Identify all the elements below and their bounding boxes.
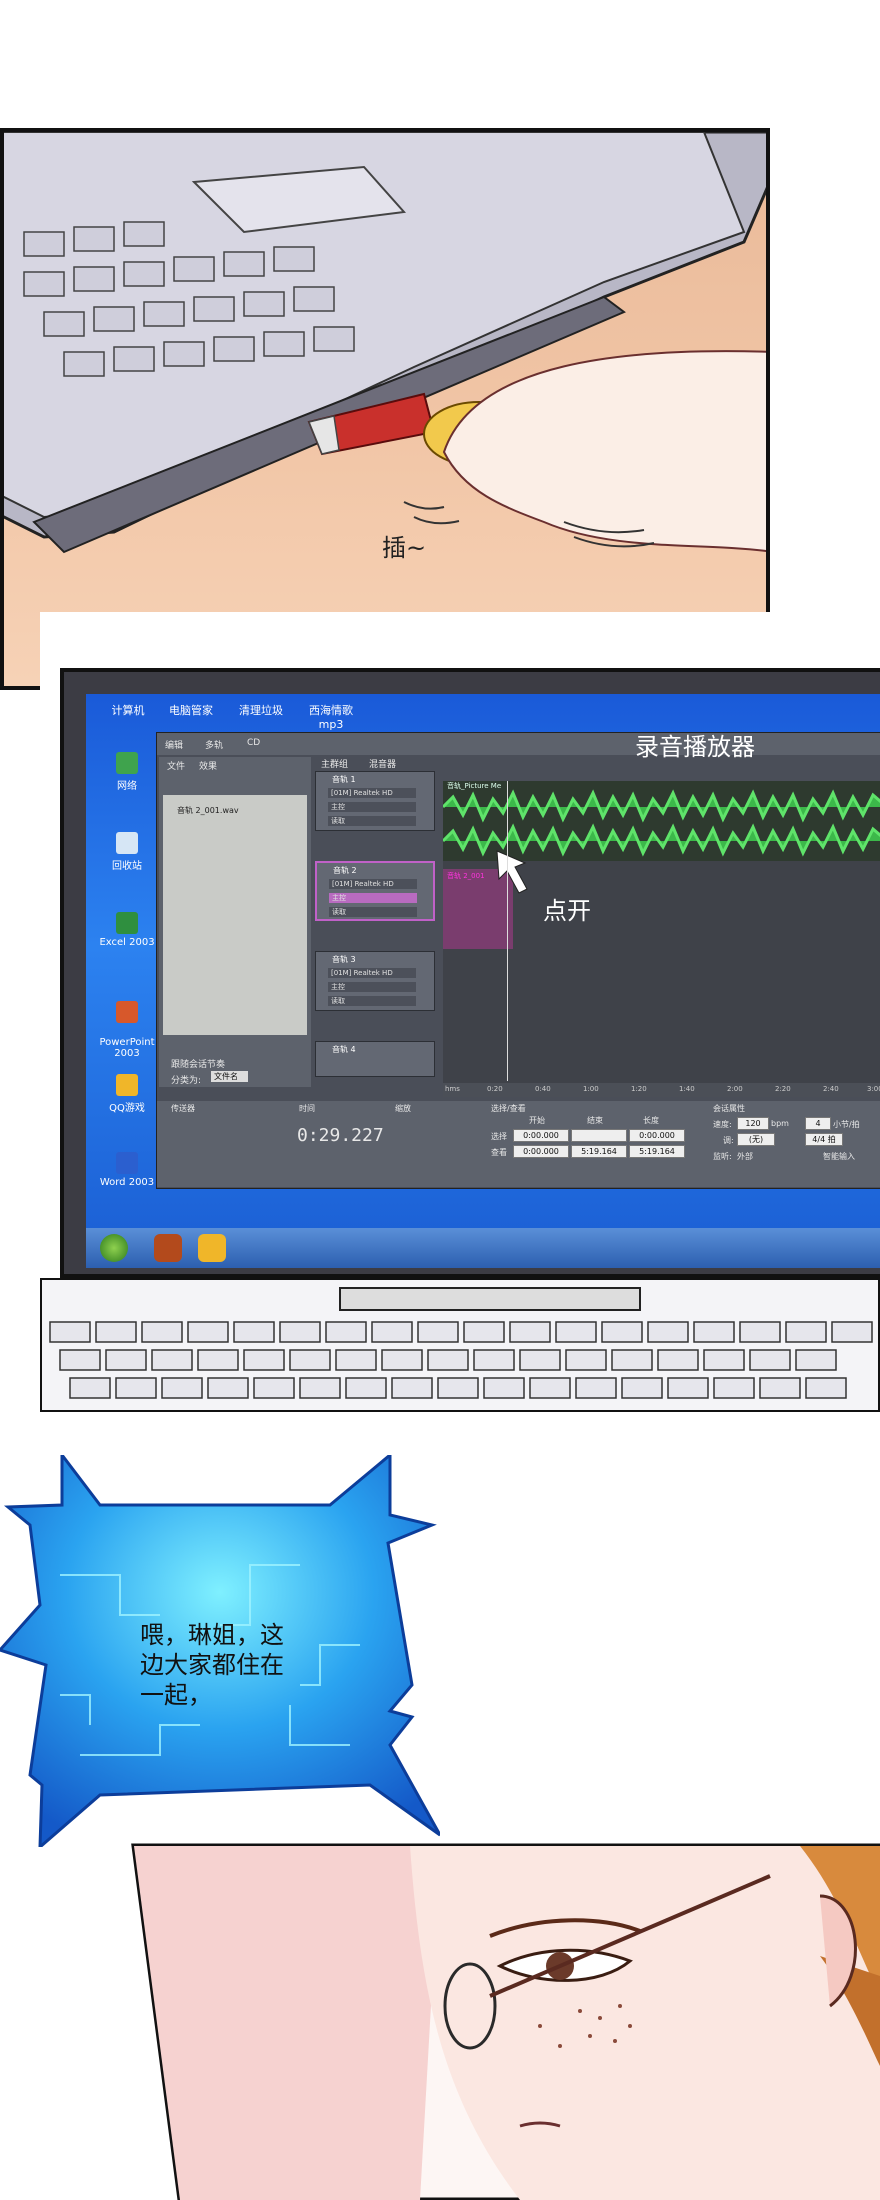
track-1-header: 音轨 1 [01M] Realtek HD 主控 读取 xyxy=(315,771,435,831)
excel-icon xyxy=(116,912,138,934)
track-4-header: 音轨 4 xyxy=(315,1041,435,1077)
selection-end-field[interactable] xyxy=(571,1129,627,1142)
pointer-arrow xyxy=(496,850,528,894)
word-icon xyxy=(116,1152,138,1174)
multitrack-mode-button[interactable]: 多轨 xyxy=(205,738,223,751)
view-start-field[interactable]: 0:00.000 xyxy=(513,1145,569,1158)
panel-monitor: 计算机 电脑管家 清理垃圾 西海情歌 mp3 网络 回收站 Excel 2003… xyxy=(40,612,880,1412)
track-output-select[interactable]: 主控 xyxy=(329,893,417,903)
playhead[interactable] xyxy=(507,781,508,1081)
track-3-header: 音轨 3 [01M] Realtek HD 主控 读取 xyxy=(315,951,435,1011)
tab-mixer[interactable]: 混音器 xyxy=(369,757,396,770)
selection-length-field[interactable]: 0:00.000 xyxy=(629,1129,685,1142)
tab-files[interactable]: 文件 xyxy=(167,759,185,772)
character-face-illustration xyxy=(131,1843,880,2200)
desktop-icon-network[interactable]: 网络 xyxy=(92,752,162,792)
qq-taskbar-icon[interactable] xyxy=(198,1234,226,1262)
track-input-select[interactable]: [01M] Realtek HD xyxy=(328,968,416,978)
insert-sfx-text: 插~ xyxy=(382,534,427,562)
meter-select[interactable]: 4/4 拍 xyxy=(805,1133,843,1146)
track-output-select[interactable]: 主控 xyxy=(328,982,416,992)
desktop-icon-powerpoint[interactable]: PowerPoint 2003 xyxy=(92,990,162,1059)
beats-field[interactable]: 4 xyxy=(805,1117,831,1130)
track-headers: 音轨 1 [01M] Realtek HD 主控 读取 音轨 2 [01M] R… xyxy=(315,771,437,1091)
file-item[interactable]: 音轨 2_001.wav xyxy=(177,805,239,816)
track-automation-select[interactable]: 读取 xyxy=(328,996,416,1006)
desktop-icon-word[interactable]: Word 2003 xyxy=(92,1152,162,1188)
view-length-field[interactable]: 5:19.164 xyxy=(629,1145,685,1158)
tab-transport[interactable]: 传送器 xyxy=(171,1103,195,1114)
desktop-icon-pc-manager[interactable]: 电脑管家 xyxy=(156,702,226,718)
track-2-header: 音轨 2 [01M] Realtek HD 主控 读取 xyxy=(315,861,435,921)
smart-input-button[interactable]: 智能输入 xyxy=(823,1151,855,1162)
panel-character-closeup xyxy=(0,1836,880,2200)
track-input-select[interactable]: [01M] Realtek HD xyxy=(329,879,417,889)
desktop-icon-computer[interactable]: 计算机 xyxy=(98,702,158,718)
panel-usb-insert: 插~ xyxy=(0,128,770,690)
time-ruler[interactable]: hms 0:20 0:40 1:00 1:20 1:40 2:00 2:20 2… xyxy=(443,1083,880,1097)
desktop-icon-cleanup[interactable]: 清理垃圾 xyxy=(226,702,296,718)
files-panel: 文件 效果 音轨 2_001.wav 跟随会话节奏 分类为: 文件名 xyxy=(159,757,311,1087)
track-output-select[interactable]: 主控 xyxy=(328,802,416,812)
laptop-usb-illustration xyxy=(4,132,766,554)
cd-mode-button[interactable]: CD xyxy=(247,738,260,748)
player-title-overlay: 录音播放器 xyxy=(635,733,755,761)
laptop-keyboard xyxy=(40,1278,880,1412)
selection-start-field[interactable]: 0:00.000 xyxy=(513,1129,569,1142)
desktop-icon-excel[interactable]: Excel 2003 xyxy=(92,912,162,948)
view-end-field[interactable]: 5:19.164 xyxy=(571,1145,627,1158)
track-automation-select[interactable]: 读取 xyxy=(328,816,416,826)
taskbar xyxy=(86,1228,880,1268)
sort-label: 分类为: xyxy=(171,1076,202,1086)
desktop-icon-qq-game[interactable]: QQ游戏 xyxy=(92,1074,162,1114)
tab-zoom[interactable]: 缩放 xyxy=(395,1103,411,1114)
tab-session-properties[interactable]: 会话属性 xyxy=(713,1103,745,1114)
tempo-field[interactable]: 120 xyxy=(737,1117,769,1130)
qq-game-icon xyxy=(116,1074,138,1096)
mode-toolbar: 编辑 多轨 CD xyxy=(157,733,880,755)
click-open-annotation: 点开 xyxy=(543,897,591,925)
sort-select[interactable]: 文件名 xyxy=(211,1071,248,1082)
speech-text: 喂，琳姐，这 边大家都住在 一起， xyxy=(140,1621,284,1709)
key-select[interactable]: (无) xyxy=(737,1133,775,1146)
tab-selection[interactable]: 选择/查看 xyxy=(491,1103,526,1114)
start-button-icon[interactable] xyxy=(100,1234,128,1262)
network-icon xyxy=(116,752,138,774)
bottom-panels: 传送器 时间 0:29.227 缩放 选择/查看 开始 结束 长度 选择 查看 … xyxy=(157,1101,880,1187)
track-input-select[interactable]: [01M] Realtek HD xyxy=(328,788,416,798)
desktop-icon-mp3[interactable]: 西海情歌 mp3 xyxy=(296,702,366,731)
game-taskbar-icon[interactable] xyxy=(154,1234,182,1262)
track-automation-select[interactable]: 读取 xyxy=(329,907,417,917)
time-display: 0:29.227 xyxy=(297,1125,384,1146)
recycle-bin-icon xyxy=(116,832,138,854)
tab-time[interactable]: 时间 xyxy=(299,1103,315,1114)
follow-session-checkbox[interactable]: 跟随会话节奏 xyxy=(171,1057,225,1070)
timeline-area[interactable]: 音轨_Picture Me 音轨 2_001 点开 hms 0:20 0:40 xyxy=(443,781,880,1097)
tab-main-group[interactable]: 主群组 xyxy=(321,757,348,770)
powerpoint-icon xyxy=(116,1001,138,1023)
tab-effects[interactable]: 效果 xyxy=(199,759,217,772)
desktop-icon-recycle-bin[interactable]: 回收站 xyxy=(92,832,162,872)
edit-mode-button[interactable]: 编辑 xyxy=(165,738,183,751)
monitor-select[interactable]: 外部 xyxy=(737,1151,753,1162)
file-list: 音轨 2_001.wav xyxy=(163,795,307,1035)
audio-editor-window: 编辑 多轨 CD 录音播放器 文件 效果 音轨 2_001.wav 跟随会话节奏… xyxy=(156,732,880,1189)
